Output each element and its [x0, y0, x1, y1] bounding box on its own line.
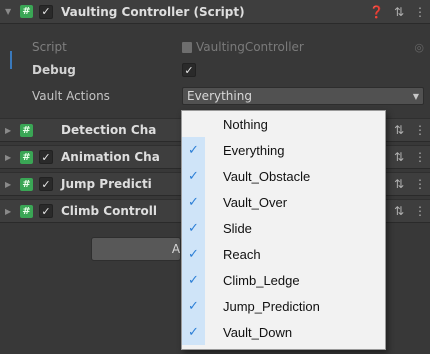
- script-field[interactable]: VaultingController ◎: [182, 38, 424, 56]
- more-menu-icon[interactable]: ⋮: [414, 5, 426, 19]
- component-title: Animation Cha: [61, 150, 160, 164]
- component-title: Jump Predicti: [61, 177, 152, 191]
- chevron-down-icon: ▼: [412, 91, 419, 101]
- popup-option-climb-ledge[interactable]: ✓ Climb_Ledge: [182, 267, 385, 293]
- preset-icon[interactable]: ⇅: [394, 177, 404, 191]
- debug-checkbox[interactable]: ✓: [182, 63, 196, 77]
- popup-option-vault-down[interactable]: ✓ Vault_Down: [182, 319, 385, 345]
- component-enabled-checkbox[interactable]: ✓: [39, 177, 53, 191]
- more-menu-icon[interactable]: ⋮: [414, 204, 426, 218]
- component-enabled-checkbox[interactable]: ✓: [39, 4, 53, 19]
- option-label: Everything: [223, 142, 285, 158]
- preset-icon[interactable]: ⇅: [394, 5, 404, 19]
- option-label: Jump_Prediction: [223, 298, 320, 314]
- component-title: Vaulting Controller (Script): [61, 4, 245, 19]
- script-file-icon: [182, 41, 192, 53]
- component-header[interactable]: ▼ # ✓ Vaulting Controller (Script) ❓ ⇅ ⋮: [0, 0, 430, 24]
- option-label: Vault_Down: [223, 324, 293, 340]
- component-enabled-checkbox[interactable]: ✓: [39, 204, 53, 218]
- foldout-arrow-icon[interactable]: ▼: [5, 7, 13, 16]
- header-icons: ⇅ ⋮: [394, 150, 426, 164]
- check-icon: ✓: [182, 137, 205, 163]
- check-icon: ✓: [182, 319, 205, 345]
- script-icon: #: [20, 177, 33, 191]
- vault-actions-label: Vault Actions: [32, 89, 110, 103]
- check-icon: ✓: [182, 241, 205, 267]
- script-icon: #: [20, 204, 33, 218]
- vault-actions-row: Vault Actions Everything ▼: [0, 86, 430, 106]
- header-icons: ⇅ ⋮: [394, 204, 426, 218]
- script-value: VaultingController: [196, 40, 304, 54]
- check-icon: [182, 111, 205, 137]
- option-label: Vault_Over: [223, 194, 288, 210]
- script-icon: #: [20, 123, 33, 137]
- popup-option-nothing[interactable]: Nothing: [182, 111, 385, 137]
- object-picker-icon[interactable]: ◎: [414, 41, 424, 54]
- script-row: Script VaultingController ◎: [0, 37, 430, 57]
- component-enabled-checkbox[interactable]: ✓: [39, 150, 53, 164]
- popup-option-everything[interactable]: ✓ Everything: [182, 137, 385, 163]
- add-component-label: A: [171, 242, 181, 256]
- preset-icon[interactable]: ⇅: [394, 150, 404, 164]
- header-icons: ⇅ ⋮: [394, 123, 426, 137]
- check-icon: ✓: [182, 163, 205, 189]
- popup-option-vault-over[interactable]: ✓ Vault_Over: [182, 189, 385, 215]
- foldout-arrow-icon[interactable]: ▶: [5, 126, 13, 135]
- check-icon: ✓: [182, 267, 205, 293]
- debug-row: Debug ✓: [0, 60, 430, 80]
- popup-option-reach[interactable]: ✓ Reach: [182, 241, 385, 267]
- more-menu-icon[interactable]: ⋮: [414, 123, 426, 137]
- foldout-arrow-icon[interactable]: ▶: [5, 153, 13, 162]
- help-icon[interactable]: ❓: [369, 5, 384, 19]
- vault-actions-value: Everything: [187, 89, 252, 103]
- preset-icon[interactable]: ⇅: [394, 123, 404, 137]
- script-icon: #: [20, 150, 33, 164]
- header-icons: ⇅ ⋮: [394, 177, 426, 191]
- preset-icon[interactable]: ⇅: [394, 204, 404, 218]
- popup-option-jump-prediction[interactable]: ✓ Jump_Prediction: [182, 293, 385, 319]
- debug-label: Debug: [32, 63, 76, 77]
- option-label: Slide: [223, 220, 252, 236]
- check-icon: ✓: [182, 293, 205, 319]
- option-label: Reach: [223, 246, 261, 262]
- add-component-button[interactable]: A: [91, 237, 181, 261]
- script-label: Script: [32, 40, 67, 54]
- component-title: Detection Cha: [61, 123, 157, 137]
- foldout-arrow-icon[interactable]: ▶: [5, 180, 13, 189]
- check-icon: ✓: [182, 189, 205, 215]
- popup-option-vault-obstacle[interactable]: ✓ Vault_Obstacle: [182, 163, 385, 189]
- vault-actions-popup: Nothing ✓ Everything ✓ Vault_Obstacle ✓ …: [181, 110, 386, 350]
- option-label: Vault_Obstacle: [223, 168, 311, 184]
- component-title: Climb Controll: [61, 204, 158, 218]
- popup-option-slide[interactable]: ✓ Slide: [182, 215, 385, 241]
- check-icon: ✓: [182, 215, 205, 241]
- header-icons: ❓ ⇅ ⋮: [369, 5, 426, 19]
- script-icon: #: [20, 5, 33, 18]
- option-label: Nothing: [223, 116, 268, 132]
- foldout-arrow-icon[interactable]: ▶: [5, 207, 13, 216]
- more-menu-icon[interactable]: ⋮: [414, 177, 426, 191]
- more-menu-icon[interactable]: ⋮: [414, 150, 426, 164]
- option-label: Climb_Ledge: [223, 272, 300, 288]
- vault-actions-dropdown[interactable]: Everything ▼: [182, 87, 424, 105]
